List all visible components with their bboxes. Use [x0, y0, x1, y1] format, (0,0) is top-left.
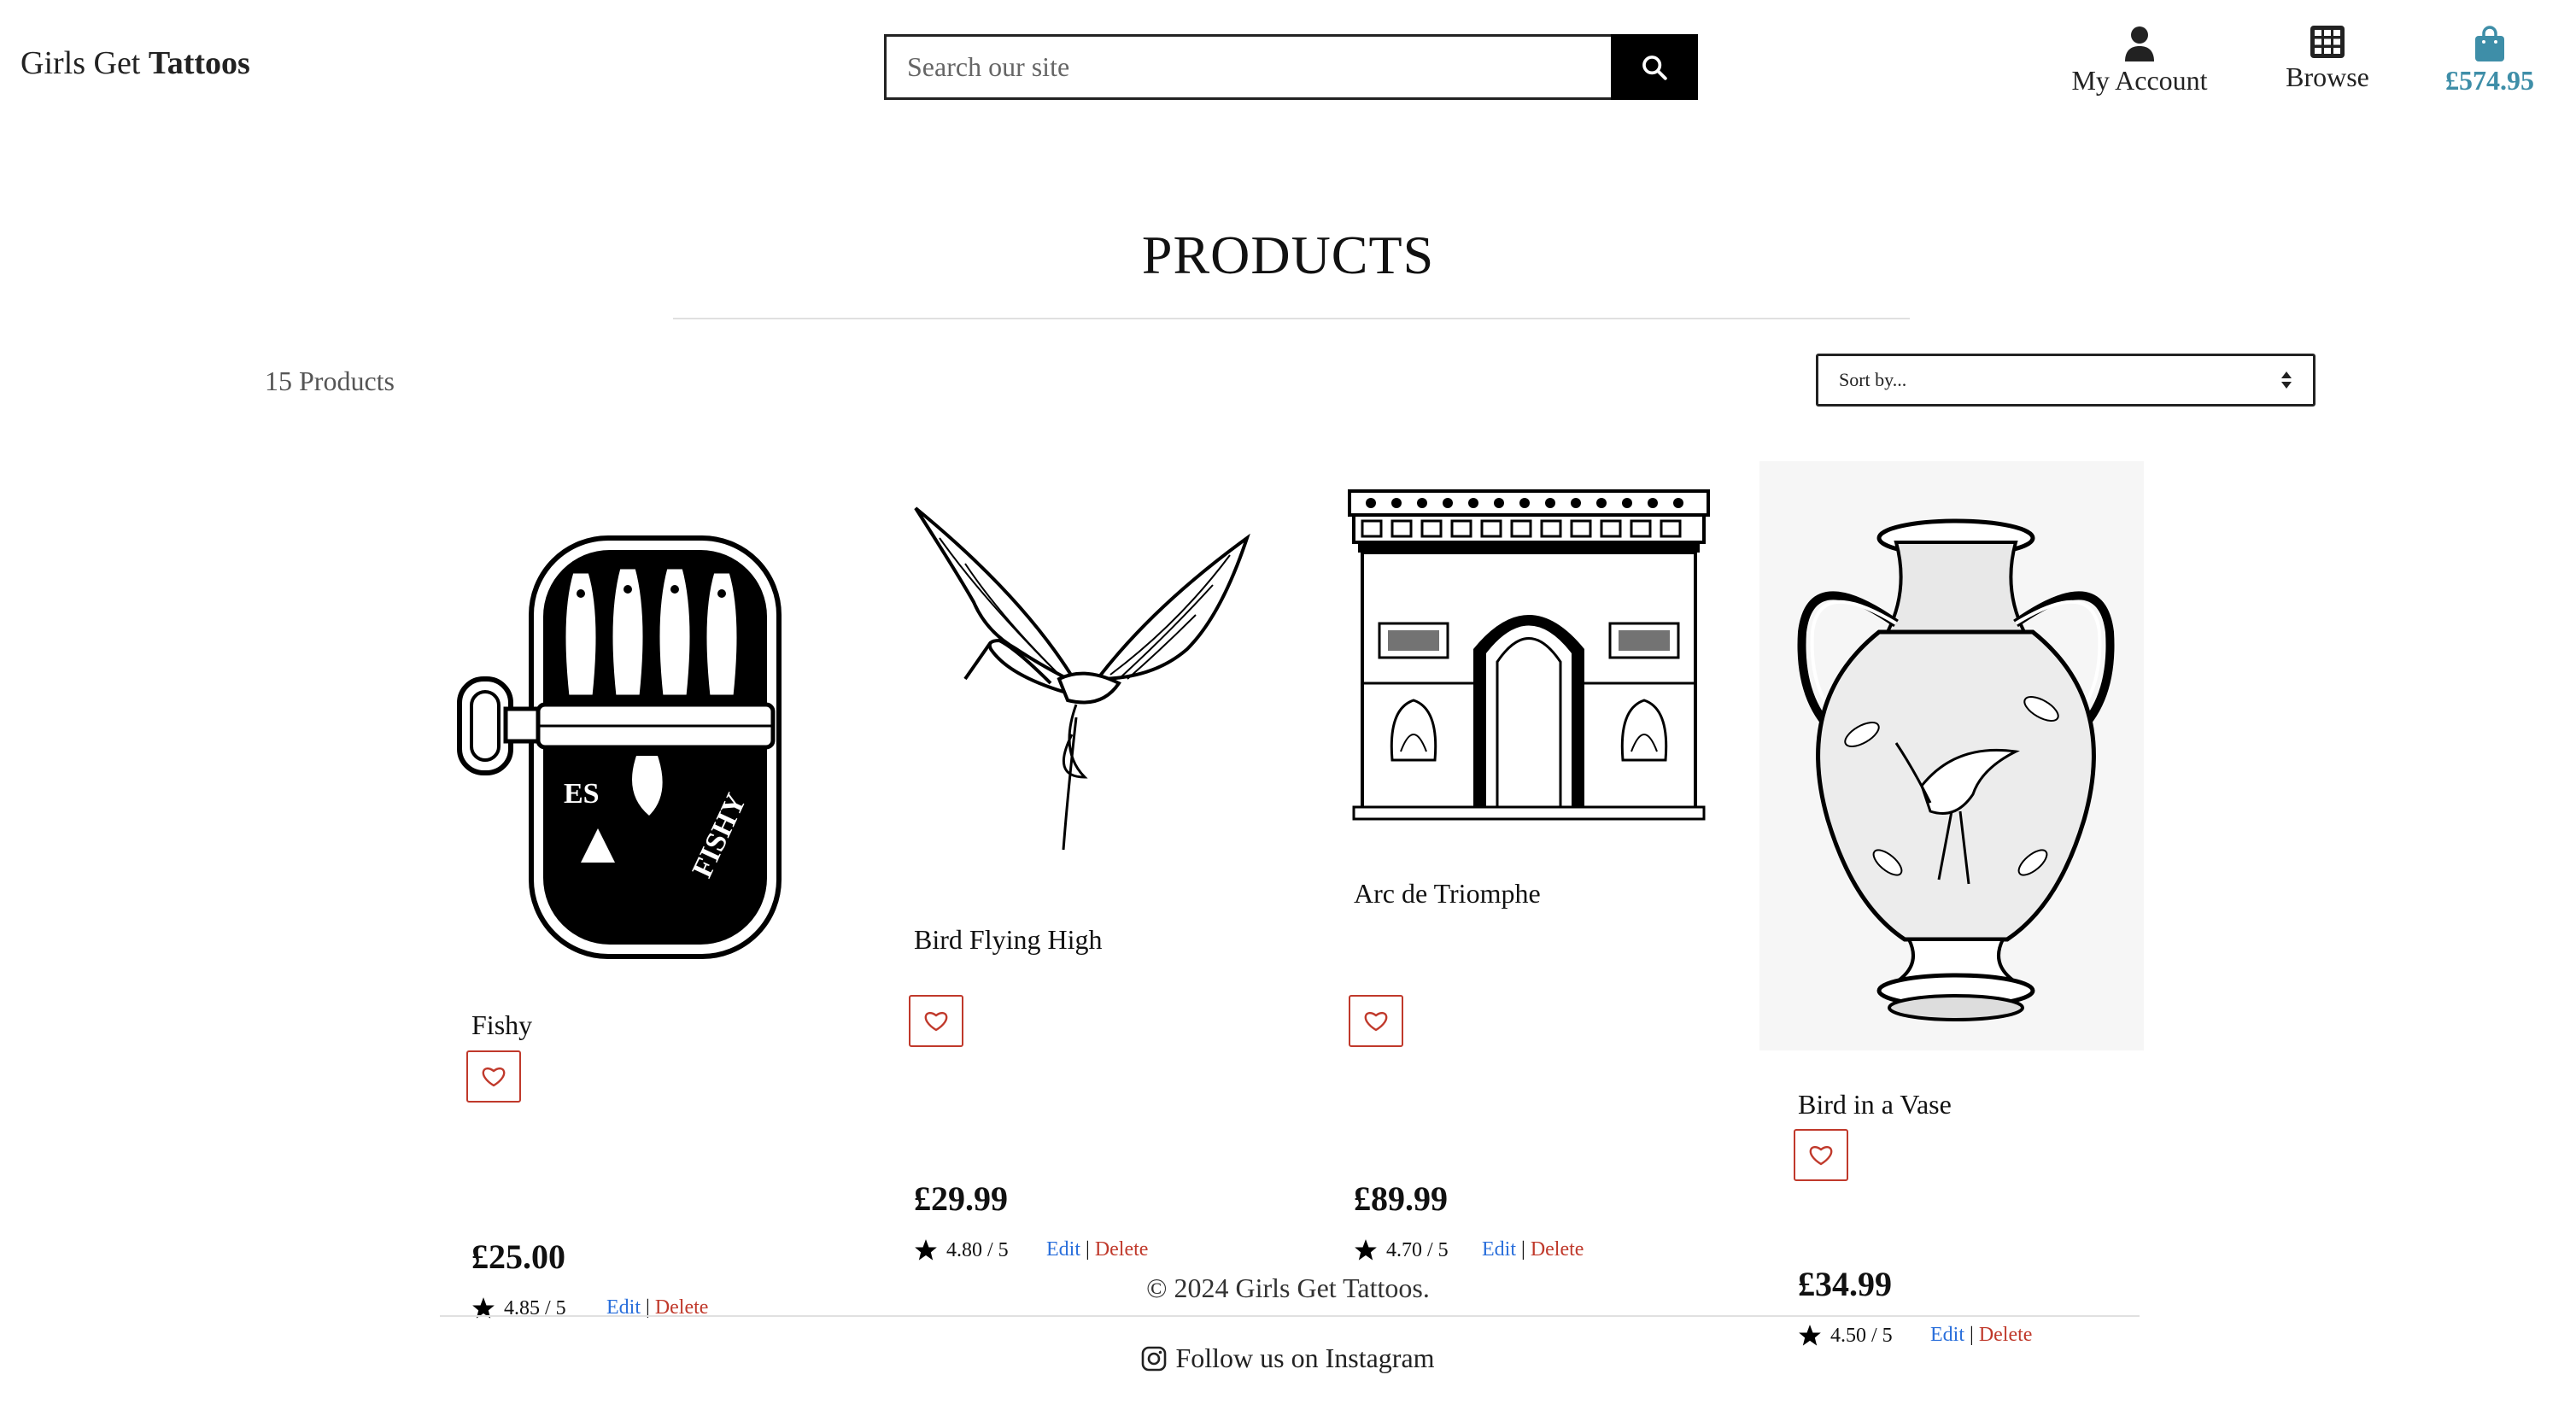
- star-icon: [915, 1239, 937, 1261]
- sort-select[interactable]: Sort by...: [1816, 354, 2315, 407]
- footer-instagram-label: Follow us on Instagram: [1175, 1343, 1435, 1373]
- edit-link[interactable]: Edit: [1482, 1238, 1516, 1261]
- separator: |: [1521, 1238, 1525, 1261]
- brand-strong: Tattoos: [148, 45, 250, 81]
- product-price: £25.00: [471, 1237, 565, 1276]
- wishlist-button[interactable]: [1794, 1129, 1848, 1181]
- product-rating: 4.80 / 5: [914, 1238, 1009, 1262]
- heart-icon: [1364, 1011, 1388, 1031]
- rating-value: 4.80 / 5: [946, 1238, 1009, 1261]
- product-card: Bird Flying High £29.99 4.80 / 5 Edit | De…: [905, 478, 1315, 1332]
- nav-shopping-bag[interactable]: £574.95: [2430, 26, 2550, 97]
- search-input[interactable]: [884, 34, 1611, 100]
- nav-my-account[interactable]: My Account: [2067, 26, 2212, 97]
- product-name[interactable]: Fishy: [471, 1009, 532, 1041]
- search-button[interactable]: [1611, 34, 1698, 100]
- product-admin-actions: Edit | Delete: [1482, 1238, 1584, 1261]
- separator: |: [1086, 1238, 1090, 1261]
- svg-text:ES: ES: [564, 778, 600, 810]
- wishlist-button[interactable]: [1349, 995, 1403, 1047]
- product-price: £29.99: [914, 1179, 1008, 1218]
- heart-icon: [482, 1067, 506, 1086]
- sort-arrows-icon: [2280, 371, 2292, 389]
- bag-total: £574.95: [2445, 65, 2534, 96]
- search-form: [884, 34, 1698, 100]
- sort-select-value: Sort by...: [1839, 369, 1907, 390]
- product-image-bird-flying-high[interactable]: [905, 504, 1264, 863]
- product-card: Bird in a Vase £34.99 4.50 / 5 Edit | Dele…: [1759, 461, 2169, 1358]
- product-card: ES FISHY Fishy £25.00 4.85 / 5 Edit | Dele…: [453, 478, 863, 1332]
- heart-icon: [1809, 1145, 1833, 1165]
- footer-divider: [440, 1315, 2140, 1317]
- title-divider: [673, 318, 1910, 319]
- footer-copyright: © 2024 Girls Get Tattoos.: [1146, 1272, 1430, 1303]
- grid-icon: [2310, 26, 2345, 58]
- wishlist-button[interactable]: [466, 1050, 521, 1103]
- heart-icon: [924, 1011, 948, 1031]
- delete-link[interactable]: Delete: [1531, 1238, 1584, 1261]
- product-count: 15 Products: [265, 366, 395, 396]
- nav-my-account-label: My Account: [2071, 65, 2208, 96]
- page-title: PRODUCTS: [1141, 225, 1435, 285]
- instagram-icon: [1142, 1346, 1167, 1371]
- shopping-bag-icon: [2475, 26, 2504, 61]
- product-image-fishy[interactable]: ES FISHY: [453, 521, 828, 999]
- star-icon: [1355, 1239, 1377, 1261]
- product-name[interactable]: Bird in a Vase: [1798, 1089, 1952, 1120]
- product-image-bird-in-a-vase[interactable]: [1759, 461, 2144, 1050]
- delete-link[interactable]: Delete: [1095, 1238, 1149, 1261]
- nav-browse-label: Browse: [2286, 61, 2369, 92]
- product-rating: 4.70 / 5: [1354, 1238, 1449, 1262]
- rating-value: 4.70 / 5: [1386, 1238, 1449, 1261]
- product-card: Arc de Triomphe £89.99 4.70 / 5 Edit | Del…: [1345, 478, 1755, 1332]
- product-image-arc-de-triomphe[interactable]: [1345, 487, 1721, 828]
- wishlist-button[interactable]: [909, 995, 963, 1047]
- footer-instagram-link[interactable]: Follow us on Instagram: [0, 1343, 2576, 1374]
- edit-link[interactable]: Edit: [1046, 1238, 1080, 1261]
- search-icon: [1642, 55, 1667, 80]
- brand-logo[interactable]: Girls Get Tattoos: [20, 44, 250, 82]
- user-icon: [2125, 26, 2154, 61]
- product-price: £89.99: [1354, 1179, 1448, 1218]
- nav-browse[interactable]: Browse: [2255, 26, 2400, 93]
- product-name[interactable]: Bird Flying High: [914, 924, 1102, 956]
- product-admin-actions: Edit | Delete: [1046, 1238, 1148, 1261]
- product-name[interactable]: Arc de Triomphe: [1354, 878, 1541, 910]
- brand-prefix: Girls Get: [20, 45, 141, 81]
